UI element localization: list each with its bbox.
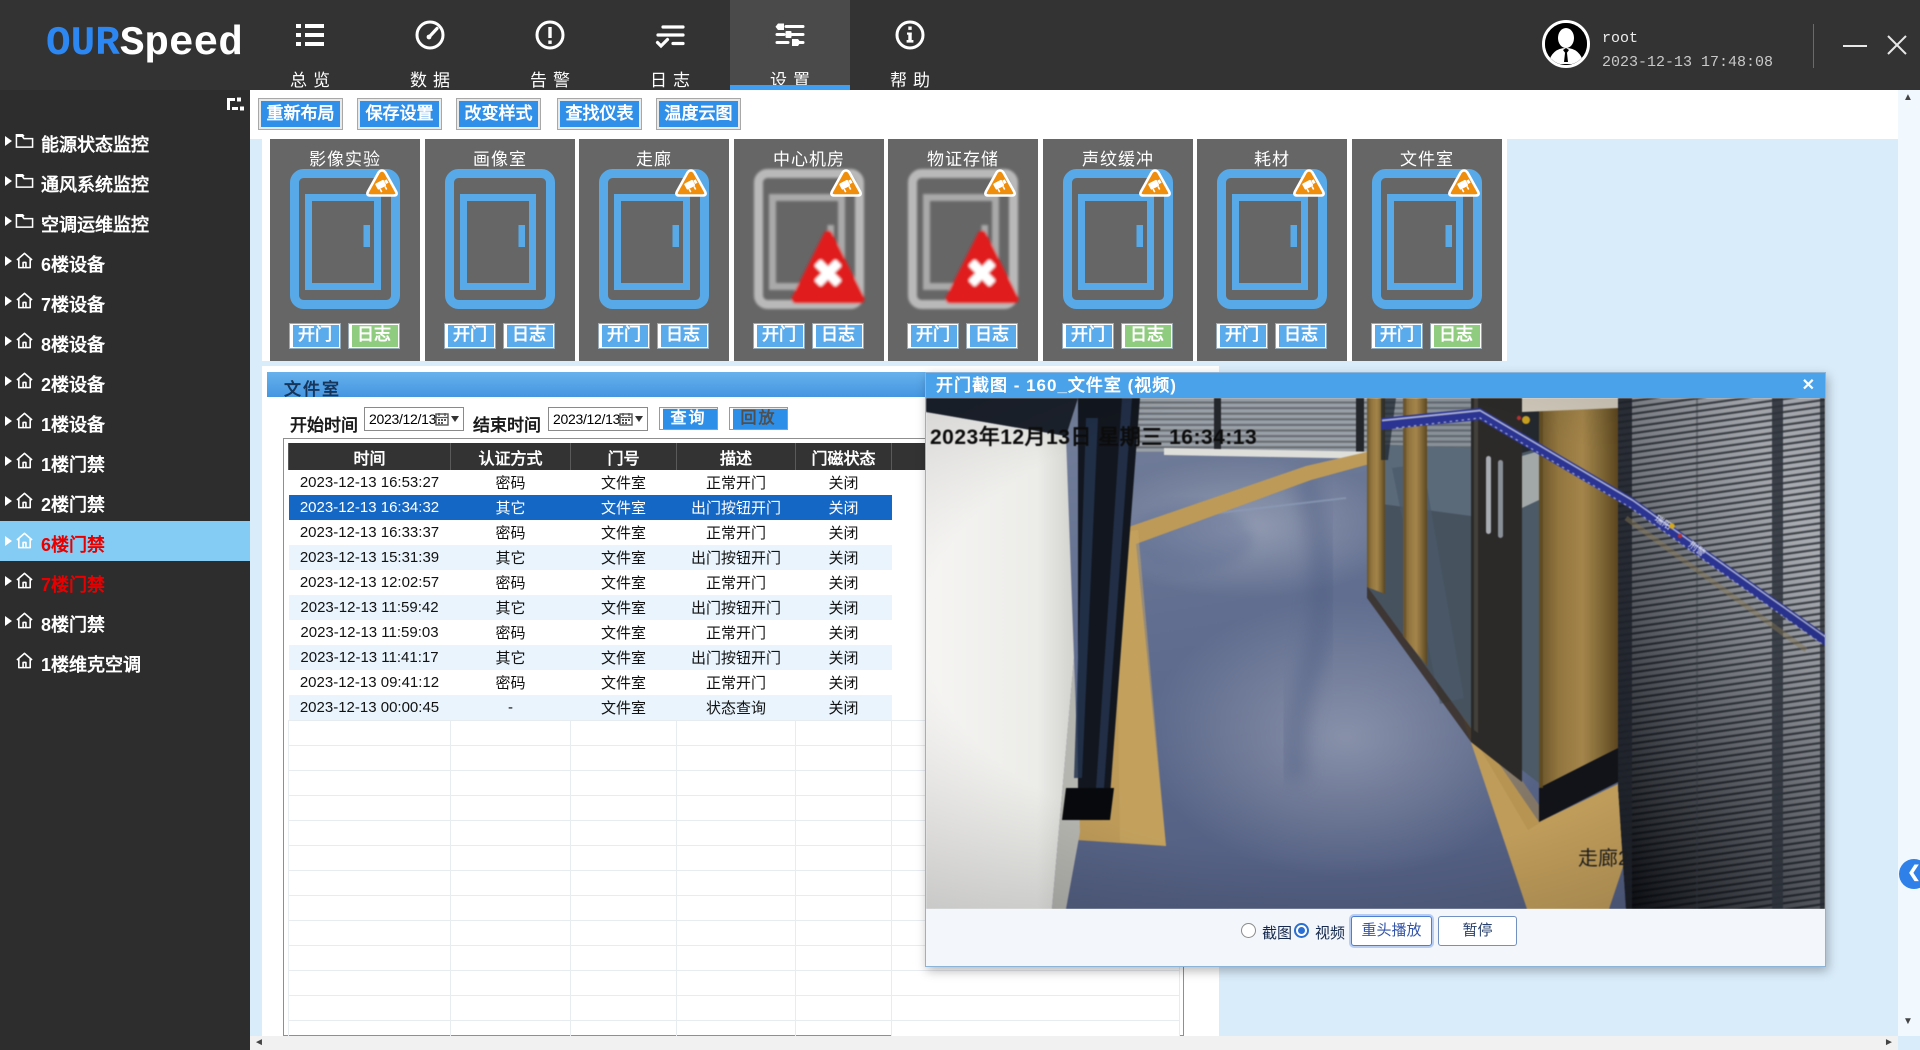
svg-text:走廊2: 走廊2 [1578,847,1629,870]
svg-text:2023年12月13日 星期三 16:34:13: 2023年12月13日 星期三 16:34:13 [930,425,1257,449]
